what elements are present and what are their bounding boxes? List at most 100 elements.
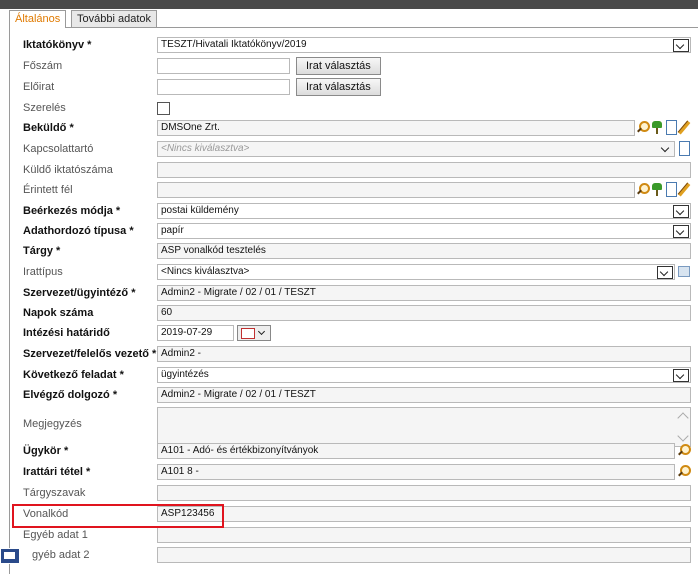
row-foszam: Főszám Irat választás	[10, 57, 698, 77]
ugykor-field[interactable]: A101 - Adó- és értékbizonyítványok	[157, 443, 675, 459]
edit-icon[interactable]	[676, 182, 690, 197]
row-intezesi-hatarido: Intézési határidő 2019-07-29	[10, 324, 698, 344]
vonalkod-highlight-box	[12, 504, 224, 528]
chevron-down-icon[interactable]	[673, 39, 689, 52]
beerkezes-modja-select[interactable]: postai küldemény	[157, 203, 691, 219]
egyeb-adat-1-input[interactable]	[157, 527, 691, 543]
elvegzo-dolgozo-field[interactable]: Admin2 - Migrate / 02 / 01 / TESZT	[157, 387, 691, 403]
search-icon[interactable]	[636, 182, 650, 197]
irattipus-value: <Nincs kiválasztva>	[161, 266, 250, 277]
szervezet-ugyintezo-field[interactable]: Admin2 - Migrate / 02 / 01 / TESZT	[157, 285, 691, 301]
label-irattari-tetel: Irattári tétel *	[23, 466, 91, 478]
row-targy: Tárgy * ASP vonalkód tesztelés	[10, 242, 698, 262]
row-egyeb-adat-1: Egyéb adat 1	[10, 526, 698, 546]
label-szervezet-ugyintezo: Szervezet/ügyintéző *	[23, 287, 136, 299]
tab-tovabbi-adatok[interactable]: További adatok	[71, 10, 157, 27]
targyszavak-input[interactable]	[157, 485, 691, 501]
adathordozo-select[interactable]: papír	[157, 223, 691, 239]
label-iktatokonyv: Iktatókönyv *	[23, 39, 92, 51]
label-bekuldo: Beküldő *	[23, 122, 74, 134]
foszam-irat-valasztas-button[interactable]: Irat választás	[296, 57, 381, 75]
label-targyszavak: Tárgyszavak	[23, 487, 86, 499]
row-ugykor: Ügykör * A101 - Adó- és értékbizonyítván…	[10, 442, 698, 462]
tree-icon[interactable]	[650, 182, 664, 197]
irattari-tetel-field[interactable]: A101 8 -	[157, 464, 675, 480]
label-eloirat: Előirat	[23, 81, 55, 93]
chevron-down-icon[interactable]	[659, 143, 673, 154]
row-irattipus: Irattípus <Nincs kiválasztva>	[10, 263, 698, 283]
napok-szama-input[interactable]: 60	[157, 305, 691, 321]
targy-value: ASP vonalkód tesztelés	[161, 245, 266, 256]
megjegyzes-textarea[interactable]	[157, 407, 691, 447]
kuldo-iktatoszama-input[interactable]	[157, 162, 691, 178]
scroll-up-icon[interactable]	[677, 412, 689, 424]
kapcsolattarto-value: <Nincs kiválasztva>	[161, 143, 250, 154]
vonalkod-input[interactable]: ASP123456	[157, 506, 691, 522]
elvegzo-dolgozo-value: Admin2 - Migrate / 02 / 01 / TESZT	[161, 389, 316, 400]
label-irattipus: Irattípus	[23, 266, 63, 278]
eloirat-input[interactable]	[157, 79, 290, 95]
document-icon[interactable]	[677, 141, 691, 156]
label-erintett-fel: Érintett fél	[23, 184, 73, 196]
chevron-down-icon[interactable]	[673, 205, 689, 218]
taskbar-app-icon[interactable]	[0, 548, 20, 564]
chevron-down-icon[interactable]	[673, 369, 689, 382]
ugykor-value: A101 - Adó- és értékbizonyítványok	[161, 445, 319, 456]
search-icon[interactable]	[636, 120, 650, 135]
szereles-checkbox[interactable]	[157, 102, 170, 115]
targy-input[interactable]: ASP vonalkód tesztelés	[157, 243, 691, 259]
egyeb-adat-2-input[interactable]	[157, 547, 691, 563]
row-beerkezes-modja: Beérkezés módja * postai küldemény	[10, 202, 698, 222]
row-iktatokonyv: Iktatókönyv * TESZT/Hivatali Iktatókönyv…	[10, 36, 698, 56]
row-kuldo-iktatoszama: Küldő iktatószáma	[10, 161, 698, 181]
chevron-down-icon[interactable]	[673, 225, 689, 238]
irattipus-extra-icon[interactable]	[678, 266, 690, 277]
label-kapcsolattarto: Kapcsolattartó	[23, 143, 94, 155]
row-adathordozo: Adathordozó típusa * papír	[10, 222, 698, 242]
label-beerkezes-modja: Beérkezés módja *	[23, 205, 121, 217]
iktatokonyv-value: TESZT/Hivatali Iktatókönyv/2019	[161, 39, 307, 50]
calendar-icon[interactable]	[237, 325, 271, 341]
window-top-bar	[0, 0, 698, 9]
form-panel: Iktatókönyv * TESZT/Hivatali Iktatókönyv…	[9, 27, 698, 574]
irattari-tetel-value: A101 8 -	[161, 466, 199, 477]
eloirat-irat-valasztas-button[interactable]: Irat választás	[296, 78, 381, 96]
label-napok-szama: Napok száma	[23, 307, 94, 319]
szervezet-felelos-field[interactable]: Admin2 -	[157, 346, 691, 362]
erintett-fel-field[interactable]	[157, 182, 635, 198]
tab-altalanos[interactable]: Általános	[9, 10, 67, 28]
kapcsolattarto-select[interactable]: <Nincs kiválasztva>	[157, 141, 675, 157]
row-bekuldo: Beküldő * DMSOne Zrt.	[10, 119, 698, 139]
label-megjegyzes: Megjegyzés	[23, 418, 82, 430]
kovetkezo-feladat-select[interactable]: ügyintézés	[157, 367, 691, 383]
label-ugykor: Ügykör *	[23, 445, 69, 457]
iktatokonyv-select[interactable]: TESZT/Hivatali Iktatókönyv/2019	[157, 37, 691, 53]
row-szervezet-felelos: Szervezet/felelős vezető * Admin2 -	[10, 345, 698, 365]
row-szereles: Szerelés	[10, 99, 698, 119]
label-szervezet-felelos: Szervezet/felelős vezető *	[23, 348, 157, 360]
scroll-down-icon[interactable]	[677, 430, 689, 442]
label-egyeb-adat-2: gyéb adat 2	[32, 549, 90, 561]
label-szereles: Szerelés	[23, 102, 66, 114]
bekuldo-field[interactable]: DMSOne Zrt.	[157, 120, 635, 136]
row-kapcsolattarto: Kapcsolattartó <Nincs kiválasztva>	[10, 140, 698, 160]
edit-icon[interactable]	[676, 120, 690, 135]
intezesi-hatarido-value: 2019-07-29	[161, 327, 213, 338]
foszam-input[interactable]	[157, 58, 290, 74]
szervezet-felelos-value: Admin2 -	[161, 348, 202, 359]
napok-szama-value: 60	[161, 307, 173, 318]
bekuldo-value: DMSOne Zrt.	[161, 122, 220, 133]
chevron-down-icon[interactable]	[657, 266, 673, 279]
tree-icon[interactable]	[650, 120, 664, 135]
row-napok-szama: Napok száma 60	[10, 304, 698, 324]
irattipus-select[interactable]: <Nincs kiválasztva>	[157, 264, 675, 280]
row-kovetkezo-feladat: Következő feladat * ügyintézés	[10, 366, 698, 386]
search-icon[interactable]	[677, 464, 691, 479]
label-adathordozo: Adathordozó típusa *	[23, 225, 134, 237]
search-icon[interactable]	[677, 443, 691, 458]
intezesi-hatarido-input[interactable]: 2019-07-29	[157, 325, 234, 341]
row-szervezet-ugyintezo: Szervezet/ügyintéző * Admin2 - Migrate /…	[10, 284, 698, 304]
label-kuldo-iktatoszama: Küldő iktatószáma	[23, 164, 113, 176]
row-irattari-tetel: Irattári tétel * A101 8 -	[10, 463, 698, 483]
szervezet-ugyintezo-value: Admin2 - Migrate / 02 / 01 / TESZT	[161, 287, 316, 298]
